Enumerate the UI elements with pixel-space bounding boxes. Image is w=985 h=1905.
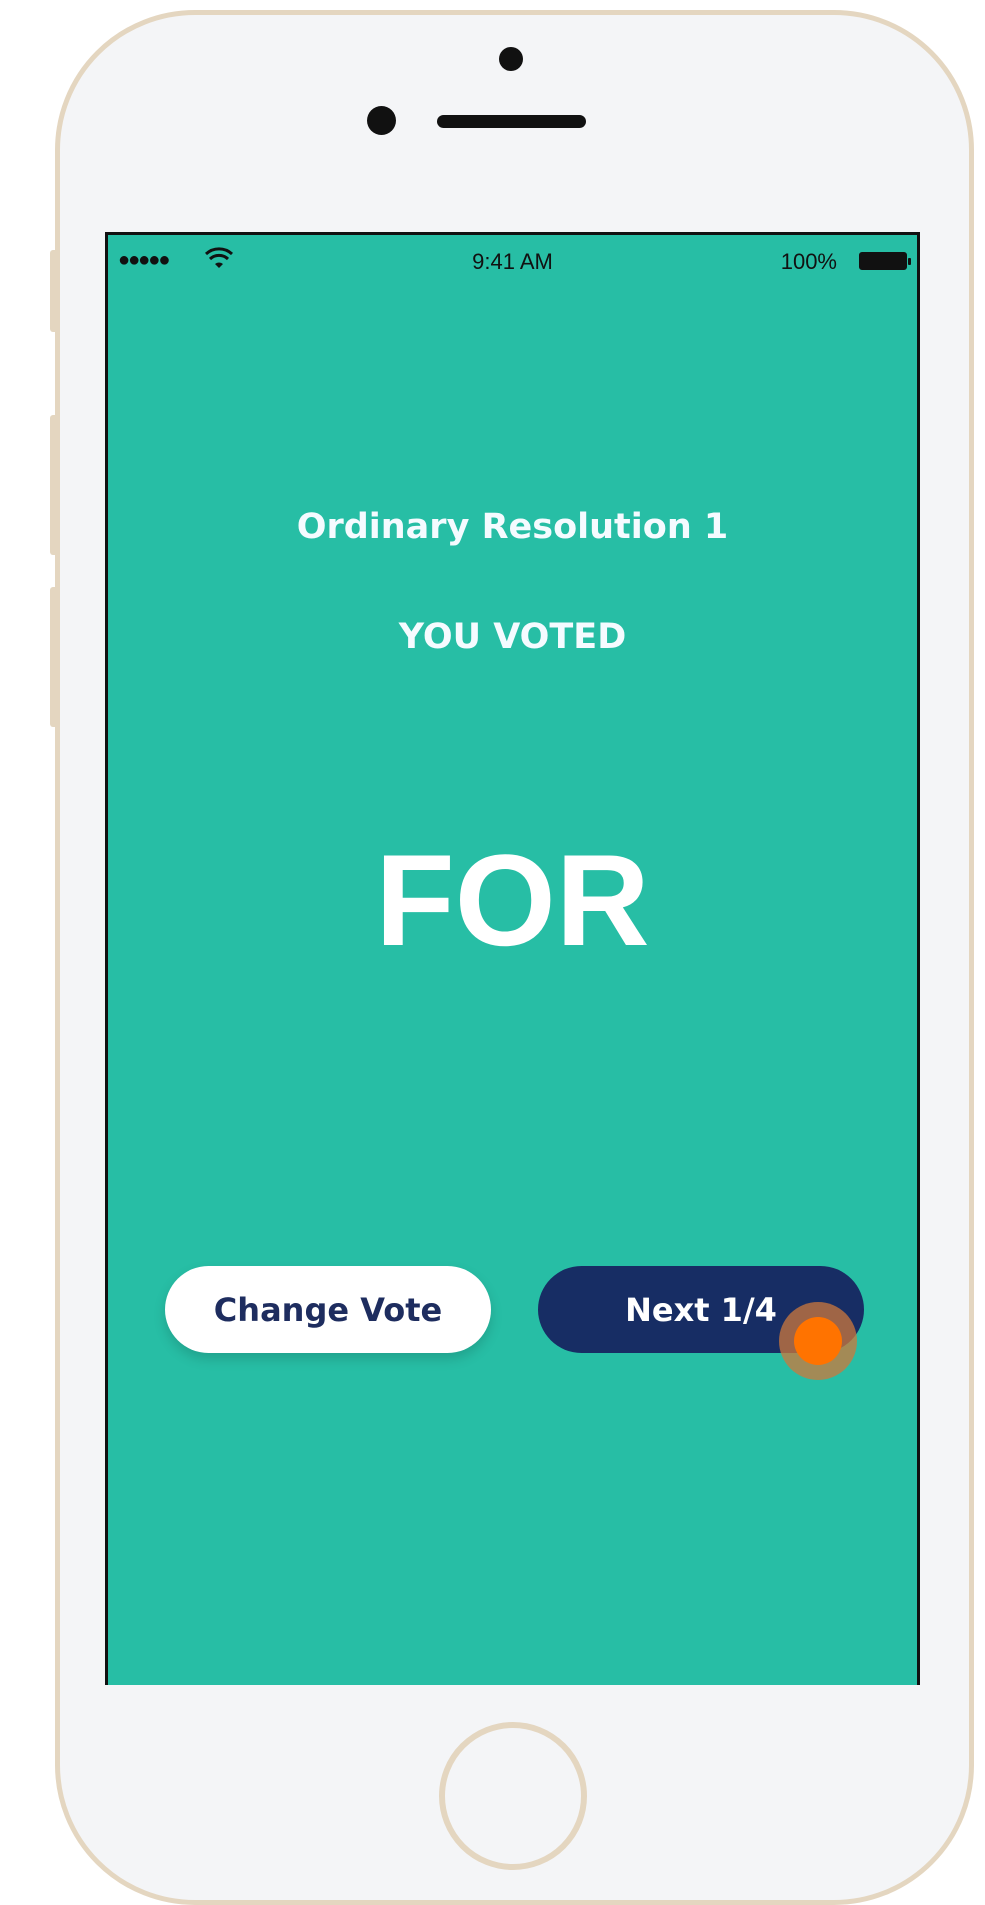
speaker-grille [437,115,586,128]
vote-choice: FOR [375,827,650,973]
battery-icon [859,252,911,270]
status-bar: ●●●●● 9:41 AM 100% [108,235,917,285]
touch-indicator-icon [794,1317,842,1365]
sensor-icon [367,106,396,135]
app-screen: ●●●●● 9:41 AM 100% Ordinary Resolution 1… [105,232,920,1685]
home-button[interactable] [439,1722,587,1870]
resolution-title: Ordinary Resolution 1 [296,507,729,547]
camera-icon [499,47,523,71]
battery-percentage: 100% [780,249,837,274]
vote-caption: YOU VOTED [398,617,627,657]
change-vote-button[interactable]: Change Vote [165,1266,491,1353]
